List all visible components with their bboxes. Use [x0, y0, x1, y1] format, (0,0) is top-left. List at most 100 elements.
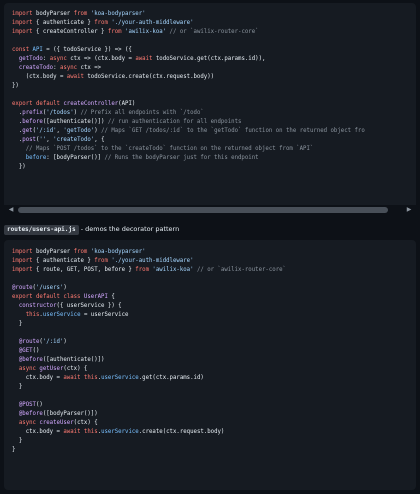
code-token: // or `awilix-router-core` — [196, 267, 286, 273]
code-line: }) — [12, 163, 416, 172]
code-token: const — [12, 47, 33, 53]
code-token: . — [12, 119, 23, 125]
code-token: @before — [18, 357, 43, 363]
code-block-users-api: import bodyParser from 'koa-bodyparser' i… — [4, 240, 416, 490]
code-lines: import bodyParser from 'koa-bodyparser' i… — [12, 10, 416, 172]
code-token: = ({ todoService }) => ({ — [46, 47, 132, 53]
horizontal-scrollbar[interactable]: ◀ ▶ — [4, 205, 416, 215]
code-token: @route — [18, 339, 40, 345]
code-line: before: [bodyParser()] // Runs the bodyP… — [12, 154, 416, 163]
code-line: @route('/users') — [12, 284, 416, 293]
code-token: bodyParser — [35, 249, 74, 255]
code-token: from — [73, 249, 91, 255]
code-token: async — [18, 366, 40, 372]
code-token: ctx.body = — [12, 375, 64, 381]
code-token: userService — [101, 375, 139, 381]
code-line: import { createController } from 'awilix… — [12, 28, 416, 37]
code-line: @before([bodyParser()]) — [12, 410, 416, 419]
code-token: import — [12, 249, 36, 255]
page: import bodyParser from 'koa-bodyparser' i… — [0, 0, 420, 494]
code-token: @GET — [18, 348, 33, 354]
code-line: } — [12, 383, 416, 392]
code-line: // Maps `POST /todos` to the `createTodo… — [12, 145, 416, 154]
code-line: } — [12, 446, 416, 455]
code-token: { createController } — [35, 29, 108, 35]
scroll-left-arrow-icon[interactable]: ◀ — [6, 205, 16, 215]
code-token: @POST — [18, 402, 36, 408]
code-token: getUser — [39, 366, 64, 372]
code-token: : — [42, 56, 50, 62]
code-token: todoService.get(ctx.params.id)), — [155, 56, 266, 62]
code-token: ({ userService }) { — [56, 303, 122, 309]
code-line: createTodo: async ctx => — [12, 64, 416, 73]
code-token: import — [12, 258, 36, 264]
code-line: import { authenticate } from './your-aut… — [12, 257, 416, 266]
code-token: async — [49, 56, 71, 62]
code-token: ([authenticate()]) — [42, 357, 105, 363]
code-line: import bodyParser from 'koa-bodyparser' — [12, 248, 416, 257]
code-block-todos-api: import bodyParser from 'koa-bodyparser' i… — [4, 3, 416, 215]
code-lines: import bodyParser from 'koa-bodyparser' i… — [12, 248, 416, 455]
code-token: '/:id' — [36, 128, 57, 134]
code-token: { authenticate } — [35, 258, 95, 264]
code-token: } — [12, 438, 23, 444]
code-token: } — [12, 447, 16, 453]
code-token: createController — [63, 101, 119, 107]
code-token: before — [22, 119, 43, 125]
code-token: : [bodyParser()] — [46, 155, 105, 161]
code-token: await this — [63, 375, 98, 381]
code-token: API — [32, 47, 47, 53]
code-token: from — [94, 258, 112, 264]
code-line: import { authenticate } from './your-aut… — [12, 19, 416, 28]
code-line: async createUser(ctx) { — [12, 419, 416, 428]
code-line: } — [12, 320, 416, 329]
code-token: , { — [94, 137, 105, 143]
code-token: . — [12, 128, 23, 134]
code-token: ) — [63, 339, 67, 345]
code-line: getTodo: async ctx => (ctx.body = await … — [12, 55, 416, 64]
code-token: createUser — [39, 420, 74, 426]
code-token: import — [12, 29, 36, 35]
code-line: .post('', 'createTodo', { — [12, 136, 416, 145]
code-token: '/users' — [35, 285, 64, 291]
code-token: 'koa-bodyparser' — [90, 11, 146, 17]
code-token: get — [22, 128, 33, 134]
code-token: await this — [63, 429, 98, 435]
code-token: export default class — [12, 294, 84, 300]
code-token: userService — [42, 312, 84, 318]
code-token: from — [135, 267, 153, 273]
scroll-right-arrow-icon[interactable]: ▶ — [404, 205, 414, 215]
code-token: before — [25, 155, 47, 161]
code-token: }) — [12, 164, 26, 170]
code-line: @GET() — [12, 347, 416, 356]
code-token: import — [12, 267, 36, 273]
code-token: // Runs the bodyParser just for this end… — [104, 155, 259, 161]
code-line: (ctx.body = await todoService.create(ctx… — [12, 73, 416, 82]
code-token: 'createTodo' — [53, 137, 95, 143]
code-line: @before([authenticate()]) — [12, 356, 416, 365]
code-line: .before([authenticate()]) // run authent… — [12, 118, 416, 127]
code-token: // or `awilix-router-core` — [169, 29, 259, 35]
code-token: ) — [63, 285, 67, 291]
scrollbar-thumb[interactable] — [18, 207, 388, 213]
code-line: .get('/:id', 'getTodo') // Maps `GET /to… — [12, 127, 416, 136]
code-token: await — [66, 74, 88, 80]
code-token: 'awilix-koa' — [152, 267, 197, 273]
code-token: UserAPI — [83, 294, 112, 300]
code-line: @POST() — [12, 401, 416, 410]
code-token: { — [111, 294, 115, 300]
code-token: @before — [18, 411, 43, 417]
file-name-badge: routes/users-api.js — [4, 225, 79, 235]
code-token: post — [22, 137, 36, 143]
code-token: './your-auth-middleware' — [111, 258, 194, 264]
code-token: . — [12, 110, 23, 116]
